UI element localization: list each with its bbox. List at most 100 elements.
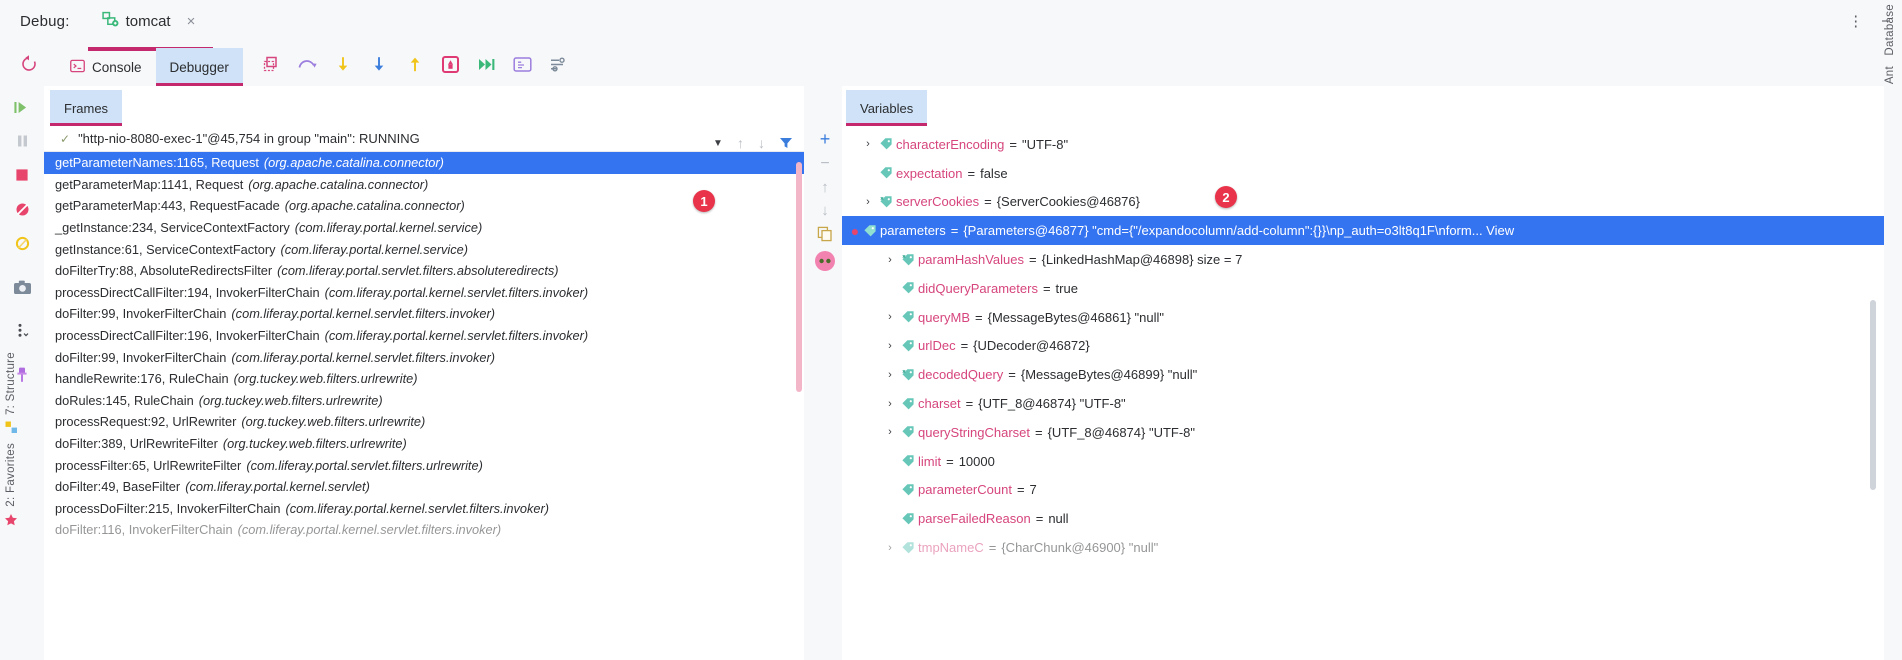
chevron-right-icon[interactable]: › — [882, 426, 898, 438]
variable-row[interactable]: › paramHashValues = {LinkedHashMap@46898… — [842, 245, 1884, 274]
move-watch-up-icon[interactable]: ↑ — [821, 180, 829, 195]
variables-list[interactable]: › characterEncoding = "UTF-8" expectatio… — [842, 126, 1884, 562]
remove-watch-icon[interactable]: − — [820, 156, 829, 172]
pause-icon[interactable] — [4, 124, 40, 158]
chevron-right-icon[interactable]: › — [882, 369, 898, 381]
frame-package: (com.liferay.portal.kernel.servlet.filte… — [324, 328, 589, 344]
tool-window-favorites[interactable]: 2: Favorites — [5, 443, 17, 507]
variables-scrollbar[interactable] — [1870, 300, 1876, 490]
field-tag-icon — [898, 368, 918, 382]
frames-scrollbar[interactable] — [796, 162, 802, 392]
frame-row[interactable]: doFilter:49, BaseFilter (com.liferay.por… — [44, 476, 804, 498]
step-over-icon[interactable] — [293, 50, 321, 78]
chevron-right-icon[interactable]: › — [882, 340, 898, 352]
frame-row[interactable]: processDirectCallFilter:196, InvokerFilt… — [44, 325, 804, 347]
tool-window-structure[interactable]: 7: Structure — [5, 352, 17, 415]
tab-console[interactable]: Console — [56, 48, 156, 86]
resume-icon[interactable] — [4, 90, 40, 124]
frame-row[interactable]: doRules:145, RuleChain (org.tuckey.web.f… — [44, 390, 804, 412]
tool-window-ant[interactable]: Ant — [1884, 66, 1896, 84]
more-icon[interactable] — [4, 314, 40, 348]
frame-row[interactable]: _getInstance:234, ServiceContextFactory … — [44, 217, 804, 239]
move-watch-down-icon[interactable]: ↓ — [821, 203, 829, 218]
frame-row[interactable]: doFilter:99, InvokerFilterChain (com.lif… — [44, 303, 804, 325]
frame-row[interactable]: processDirectCallFilter:194, InvokerFilt… — [44, 282, 804, 304]
chevron-right-icon[interactable]: › — [882, 542, 898, 554]
resume-program-icon[interactable] — [473, 50, 501, 78]
frame-row[interactable]: doFilter:389, UrlRewriteFilter (org.tuck… — [44, 433, 804, 455]
field-tag-icon — [898, 425, 918, 439]
variable-row[interactable]: parameterCount = 7 — [842, 476, 1884, 505]
more-options-icon[interactable]: ⋮ — [1848, 14, 1863, 29]
frames-list[interactable]: getParameterNames:1165, Request (org.apa… — [44, 152, 804, 541]
frames-view-icon[interactable] — [257, 50, 285, 78]
close-icon[interactable]: × — [187, 14, 196, 29]
frame-method: getParameterNames:1165, Request — [55, 155, 259, 171]
frame-row[interactable]: doFilter:116, InvokerFilterChain (com.li… — [44, 519, 804, 541]
variable-row[interactable]: › serverCookies = {ServerCookies@46876} — [842, 188, 1884, 217]
chevron-right-icon[interactable]: › — [860, 196, 876, 208]
variable-row-parameters[interactable]: ● parameters = {Parameters@46877} "cmd={… — [842, 216, 1884, 246]
camera-icon[interactable] — [4, 270, 40, 304]
variable-row[interactable]: didQueryParameters = true — [842, 274, 1884, 303]
frame-method: processDoFilter:215, InvokerFilterChain — [55, 500, 281, 516]
frame-package: (org.tuckey.web.filters.urlrewrite) — [198, 392, 383, 408]
force-step-into-icon[interactable] — [365, 50, 393, 78]
chevron-right-icon[interactable]: › — [882, 254, 898, 266]
thread-selector[interactable]: ✓ "http-nio-8080-exec-1"@45,754 in group… — [44, 126, 804, 152]
copy-value-icon[interactable] — [817, 226, 833, 242]
field-tag-icon — [898, 281, 918, 295]
tab-variables[interactable]: Variables — [846, 90, 928, 126]
add-watch-icon[interactable]: + — [820, 130, 831, 148]
variable-row[interactable]: expectation = false — [842, 159, 1884, 188]
tab-frames[interactable]: Frames — [50, 90, 123, 126]
variable-row[interactable]: › tmpNameC = {CharChunk@46900} "null" — [842, 533, 1884, 562]
chevron-right-icon[interactable]: › — [882, 311, 898, 323]
move-down-icon[interactable]: ↓ — [758, 135, 765, 151]
frame-row[interactable]: handleRewrite:176, RuleChain (org.tuckey… — [44, 368, 804, 390]
filter-icon[interactable] — [779, 136, 793, 150]
debug-toolbar: Console Debugger — [0, 42, 1902, 86]
settings-icon[interactable] — [545, 50, 573, 78]
variable-row[interactable]: › queryStringCharset = {UTF_8@46874} "UT… — [842, 418, 1884, 447]
variable-row[interactable]: › characterEncoding = "UTF-8" — [842, 130, 1884, 159]
variable-row[interactable]: › urlDec = {UDecoder@46872} — [842, 332, 1884, 361]
thread-dropdown-icon[interactable]: ▼ — [713, 138, 723, 149]
run-configuration-tab[interactable]: tomcat × — [98, 8, 200, 35]
frame-row[interactable]: processFilter:65, UrlRewriteFilter (com.… — [44, 454, 804, 476]
variable-name: urlDec — [918, 338, 956, 354]
step-into-icon[interactable] — [329, 50, 357, 78]
tab-debugger[interactable]: Debugger — [155, 48, 244, 86]
tab-variables-label: Variables — [860, 100, 914, 116]
chevron-right-icon[interactable]: › — [860, 138, 876, 150]
frame-row[interactable]: doFilter:99, InvokerFilterChain (com.lif… — [44, 346, 804, 368]
run-to-cursor-icon[interactable] — [437, 50, 465, 78]
variable-row[interactable]: › charset = {UTF_8@46874} "UTF-8" — [842, 389, 1884, 418]
variable-row[interactable]: › queryMB = {MessageBytes@46861} "null" — [842, 303, 1884, 332]
tab-debugger-label: Debugger — [169, 59, 229, 75]
frame-row[interactable]: getInstance:61, ServiceContextFactory (c… — [44, 238, 804, 260]
field-tag-icon — [898, 454, 918, 468]
tool-window-database[interactable]: Database — [1884, 4, 1896, 56]
rerun-icon[interactable] — [16, 51, 42, 77]
frame-row[interactable]: processDoFilter:215, InvokerFilterChain … — [44, 498, 804, 520]
stop-icon[interactable] — [4, 158, 40, 192]
inspect-icon[interactable] — [814, 250, 836, 272]
frame-row[interactable]: doFilterTry:88, AbsoluteRedirectsFilter … — [44, 260, 804, 282]
frame-row[interactable]: getParameterNames:1165, Request (org.apa… — [44, 152, 804, 174]
variables-tab-row: Variables — [842, 86, 1884, 126]
move-up-icon[interactable]: ↑ — [737, 135, 744, 151]
variable-row[interactable]: › decodedQuery = {MessageBytes@46899} "n… — [842, 360, 1884, 389]
chevron-right-icon[interactable]: › — [882, 398, 898, 410]
frame-row[interactable]: processRequest:92, UrlRewriter (org.tuck… — [44, 411, 804, 433]
variable-row[interactable]: parseFailedReason = null — [842, 504, 1884, 533]
mute-breakpoints-icon[interactable] — [4, 192, 40, 226]
field-tag-icon — [860, 224, 880, 238]
frame-row[interactable]: getParameterMap:443, RequestFacade (org.… — [44, 195, 804, 217]
view-breakpoints-icon[interactable] — [4, 226, 40, 260]
variable-value: false — [980, 165, 1008, 181]
evaluate-expression-icon[interactable] — [509, 50, 537, 78]
variable-row[interactable]: limit = 10000 — [842, 447, 1884, 476]
step-out-icon[interactable] — [401, 50, 429, 78]
frame-row[interactable]: getParameterMap:1141, Request (org.apach… — [44, 174, 804, 196]
